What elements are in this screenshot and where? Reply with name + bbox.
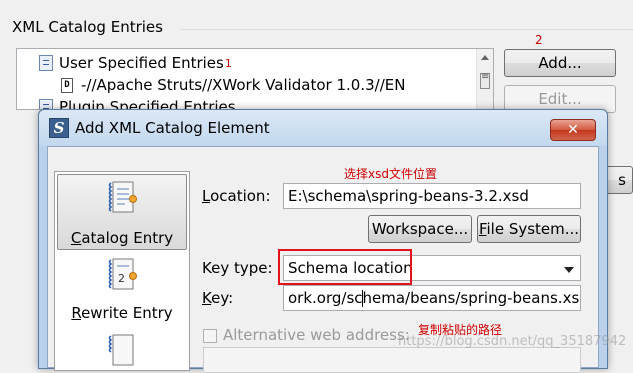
- list-item-rewrite-entry[interactable]: 2 Rewrite Entry: [57, 252, 187, 328]
- highlight-box: [278, 249, 412, 285]
- text-cursor: [362, 290, 363, 307]
- red-marker-2: 2: [535, 33, 543, 47]
- catalog-entries-group-title: XML Catalog Entries: [12, 18, 163, 36]
- red-marker-1: 1: [224, 56, 232, 70]
- list-item-label: Rewrite Entry: [71, 304, 173, 322]
- list-item-label: Catalog Entry: [70, 229, 174, 247]
- key-type-label: Key type:: [202, 259, 273, 277]
- tree-item-user-entries[interactable]: User Specified Entries 1: [39, 52, 232, 74]
- tree-item-label: User Specified Entries: [59, 54, 224, 72]
- scroll-thumb[interactable]: [480, 71, 490, 89]
- dialog-title: Add XML Catalog Element: [75, 119, 270, 137]
- alt-web-address-checkbox[interactable]: [203, 329, 217, 343]
- catalog-folder-icon: [39, 55, 53, 71]
- dialog-titlebar[interactable]: S Add XML Catalog Element ✕: [39, 110, 607, 146]
- next-entry-icon: [108, 334, 134, 366]
- catalog-entries-tree[interactable]: User Specified Entries 1 D -//Apache Stru…: [16, 48, 494, 110]
- close-button[interactable]: ✕: [550, 119, 596, 141]
- location-field[interactable]: E:\schema\spring-beans-3.2.xsd: [283, 183, 581, 209]
- group-divider: [180, 29, 633, 30]
- list-item-next-entry[interactable]: [57, 328, 187, 368]
- dtd-document-icon: D: [61, 77, 73, 93]
- add-xml-catalog-dialog: S Add XML Catalog Element ✕ Catalog Entr…: [38, 109, 608, 373]
- add-button[interactable]: Add...: [504, 49, 616, 77]
- location-label: Location:: [202, 187, 271, 205]
- tree-item-plugin-entries[interactable]: Plugin Specified Entries: [39, 96, 236, 109]
- eclipse-app-icon: S: [49, 118, 69, 138]
- key-label: Key:: [202, 289, 234, 307]
- list-item-catalog-entry[interactable]: Catalog Entry: [57, 174, 187, 250]
- watermark: https://blog.csdn.net/qq_35187942: [398, 334, 627, 349]
- entry-type-list[interactable]: Catalog Entry 2 Rewrite Entry: [54, 171, 190, 371]
- workspace-button[interactable]: Workspace...: [368, 215, 472, 243]
- rewrite-entry-icon: 2: [108, 258, 137, 290]
- tree-item-entry[interactable]: D -//Apache Struts//XWork Validator 1.0.…: [61, 74, 405, 96]
- chevron-down-icon[interactable]: [564, 267, 574, 273]
- file-system-button[interactable]: File System...: [477, 215, 581, 243]
- key-field[interactable]: ork.org/schema/beans/spring-beans.xsd: [283, 285, 581, 311]
- catalog-entry-icon: [108, 181, 137, 213]
- scroll-up-arrow-icon[interactable]: [481, 55, 489, 60]
- svg-text:2: 2: [118, 272, 125, 285]
- location-annotation: 选择xsd文件位置: [344, 167, 437, 181]
- tree-scrollbar[interactable]: [476, 49, 493, 109]
- alt-web-address-label: Alternative web address:: [223, 326, 410, 344]
- alt-web-address-field[interactable]: [203, 347, 581, 373]
- tree-item-label: -//Apache Struts//XWork Validator 1.0.3/…: [81, 76, 406, 94]
